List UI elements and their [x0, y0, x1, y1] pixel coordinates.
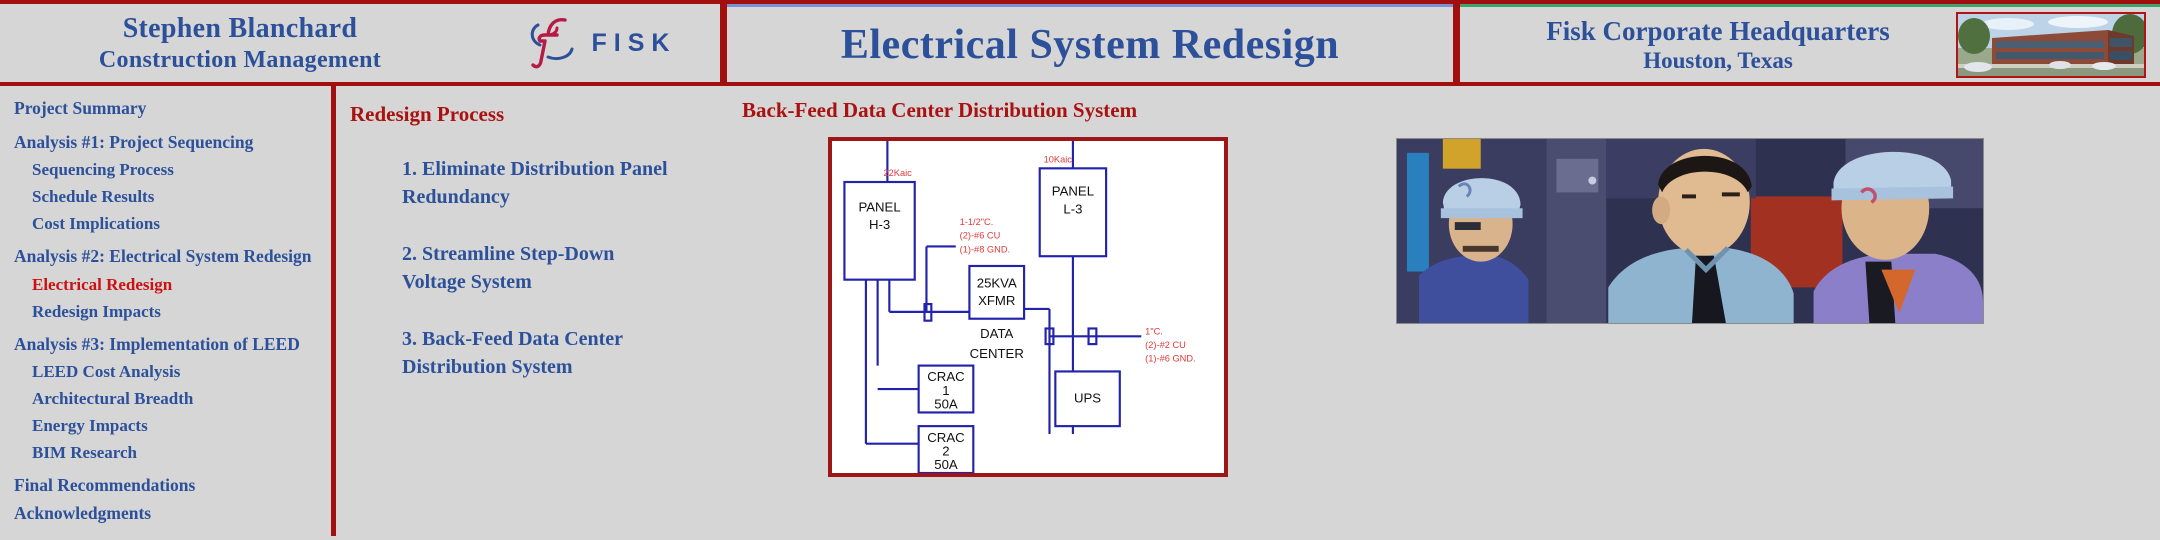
schematic-svg: PANEL H-3 PANEL L-3 25KVA XFMR DATA CENT… [843, 141, 1196, 473]
crac-2-label-3: 50A [934, 457, 958, 472]
annotation-ups-feeder-3: (1)-#6 GND. [1145, 354, 1195, 364]
xfmr-label-1: 25KVA [977, 275, 1017, 290]
sidebar-item-bim-research[interactable]: BIM Research [32, 444, 336, 461]
author-discipline: Construction Management [98, 46, 382, 73]
sidebar-navigation[interactable]: Project Summary Analysis #1: Project Sequ… [0, 86, 336, 536]
page-body: Project Summary Analysis #1: Project Sequ… [0, 86, 2160, 536]
page-title: Electrical System Redesign [727, 4, 1453, 82]
photo-section [1296, 86, 2160, 536]
author-name: Stephen Blanchard [122, 12, 358, 44]
annotation-ups-feeder-1: 1"C. [1145, 326, 1163, 336]
distribution-diagram-section: Back-Feed Data Center Distribution Syste… [736, 86, 1296, 536]
sidebar-item-analysis-3-implementation-of-leed[interactable]: Analysis #3: Implementation of LEED [14, 335, 336, 354]
redesign-process-section: Redesign Process 1. Eliminate Distributi… [336, 86, 736, 536]
construction-workers-photo [1396, 138, 1984, 324]
presentation-page: Stephen Blanchard Construction Managemen… [0, 0, 2160, 540]
process-step-2: 2. Streamline Step-Down Voltage System [402, 242, 615, 294]
sidebar-item-list: Project Summary Analysis #1: Project Sequ… [14, 99, 336, 523]
ups-label: UPS [1074, 391, 1101, 406]
annotation-xfmr-feeder-3: (1)-#8 GND. [960, 244, 1010, 254]
fisk-wordmark: FISK [591, 28, 677, 57]
sidebar-item-acknowledgments[interactable]: Acknowledgments [14, 504, 336, 523]
project-name: Fisk Corporate Headquarters [1546, 15, 1890, 46]
sidebar-divider [331, 86, 336, 536]
annotation-aic-h3: 22Kaic [883, 168, 912, 178]
author-block: Stephen Blanchard Construction Managemen… [0, 4, 480, 82]
sidebar-item-leed-cost-analysis[interactable]: LEED Cost Analysis [32, 363, 336, 380]
diagram-heading: Back-Feed Data Center Distribution Syste… [742, 98, 1138, 122]
headquarters-building-photo [1956, 11, 2146, 78]
data-center-label-1: DATA [980, 326, 1013, 341]
annotation-xfmr-feeder-1: 1-1/2"C. [960, 217, 994, 227]
process-step-1: 1. Eliminate Distribution Panel Redundan… [402, 158, 668, 209]
sidebar-item-cost-implications[interactable]: Cost Implications [32, 215, 336, 232]
panel-l3-label-2: L-3 [1063, 201, 1082, 216]
redesign-process-heading: Redesign Process [350, 102, 505, 126]
sidebar-item-energy-impacts[interactable]: Energy Impacts [32, 417, 336, 434]
header-divider-right [1453, 4, 1460, 82]
sidebar-item-project-summary[interactable]: Project Summary [14, 99, 336, 118]
page-title-text: Electrical System Redesign [840, 21, 1340, 68]
annotation-ups-feeder-2: (2)-#2 CU [1145, 340, 1186, 350]
panel-h3-label-1: PANEL [858, 199, 900, 214]
one-line-diagram: PANEL H-3 PANEL L-3 25KVA XFMR DATA CENT… [828, 137, 1228, 477]
crac-1-label-3: 50A [934, 397, 958, 412]
project-location: Houston, Texas [1643, 47, 1793, 73]
page-header: Stephen Blanchard Construction Managemen… [0, 0, 2160, 86]
annotation-xfmr-feeder-2: (2)-#6 CU [960, 231, 1001, 241]
data-center-label-2: CENTER [970, 346, 1024, 361]
xfmr-label-2: XFMR [978, 293, 1015, 308]
annotation-aic-l3: 10Kaic [1044, 154, 1073, 164]
sidebar-item-analysis-2-electrical-system-redesign[interactable]: Analysis #2: Electrical System Redesign [14, 247, 336, 266]
panel-l3-label-1: PANEL [1052, 184, 1094, 199]
fisk-logo: FISK [480, 4, 720, 82]
sidebar-item-architectural-breadth[interactable]: Architectural Breadth [32, 390, 336, 407]
panel-h3-label-2: H-3 [869, 217, 890, 232]
sidebar-item-analysis-1-project-sequencing[interactable]: Analysis #1: Project Sequencing [14, 133, 336, 152]
sidebar-item-final-recommendations[interactable]: Final Recommendations [14, 476, 336, 495]
project-block: Fisk Corporate Headquarters Houston, Tex… [1460, 4, 2160, 82]
sidebar-item-electrical-redesign[interactable]: Electrical Redesign [32, 276, 336, 293]
process-step-3: 3. Back-Feed Data Center Distribution Sy… [402, 327, 623, 378]
sidebar-item-redesign-impacts[interactable]: Redesign Impacts [32, 303, 336, 320]
fisk-script-f-icon [524, 11, 582, 76]
redesign-process-steps: 1. Eliminate Distribution Panel Redundan… [350, 155, 736, 381]
header-divider-left [720, 4, 727, 82]
sidebar-item-sequencing-process[interactable]: Sequencing Process [32, 161, 336, 178]
sidebar-item-schedule-results[interactable]: Schedule Results [32, 188, 336, 205]
